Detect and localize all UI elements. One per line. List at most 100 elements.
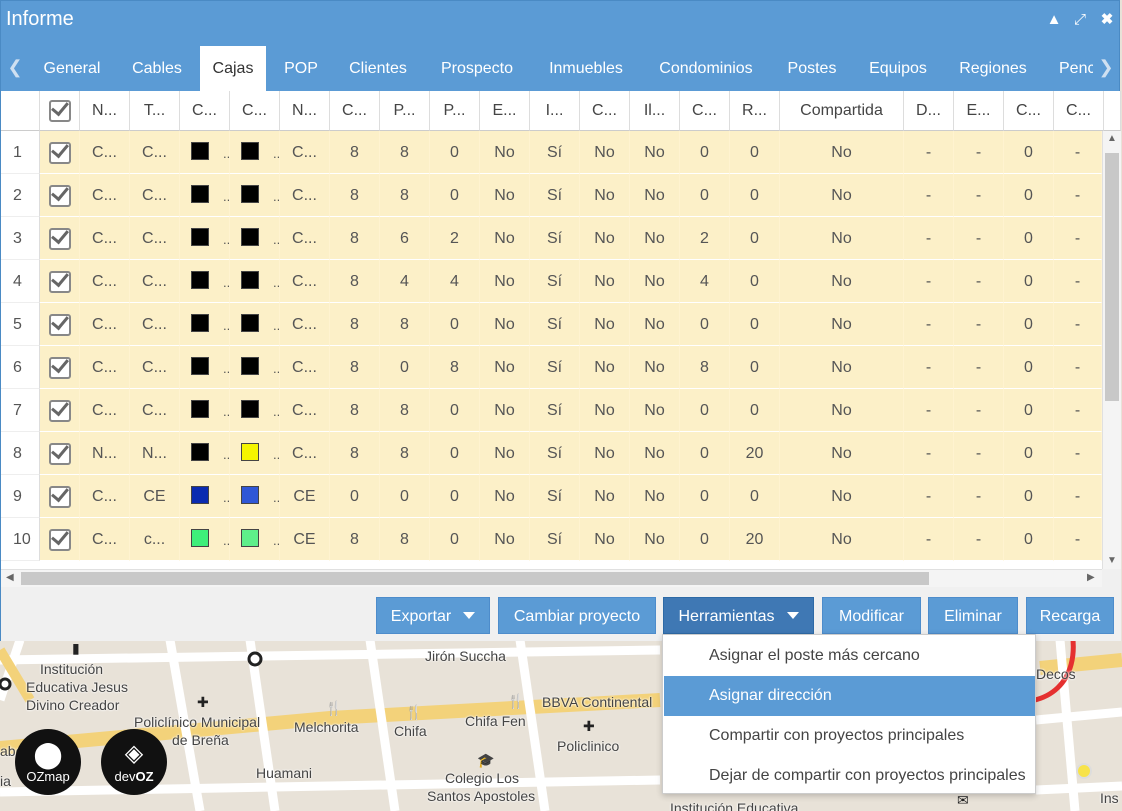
table-cell[interactable]: C...	[280, 432, 330, 475]
table-cell[interactable]: 0	[680, 518, 730, 561]
table-cell[interactable]: -	[904, 131, 954, 174]
table-cell[interactable]: -	[954, 518, 1004, 561]
table-row[interactable]: 4 C... C....... C... 8 4 4 No Sí No No 4 0 No - -0-	[1, 260, 1102, 303]
table-cell[interactable]: 0	[430, 131, 480, 174]
table-cell[interactable]: C...	[130, 260, 180, 303]
row-checkbox[interactable]	[48, 313, 71, 336]
table-cell[interactable]: C...	[280, 217, 330, 260]
header-select-all[interactable]	[40, 91, 80, 131]
color-cell[interactable]: ..	[230, 389, 280, 432]
table-cell[interactable]: 20	[730, 518, 780, 561]
table-cell[interactable]: No	[480, 475, 530, 518]
table-cell[interactable]: No	[580, 475, 630, 518]
table-cell[interactable]: 0	[680, 131, 730, 174]
tools-button[interactable]: Herramientas	[663, 597, 814, 634]
table-cell[interactable]: 0	[1004, 389, 1054, 432]
table-cell[interactable]: No	[480, 518, 530, 561]
row-checkbox[interactable]	[48, 141, 71, 164]
row-select-cell[interactable]	[40, 432, 80, 475]
table-cell[interactable]: C...	[130, 174, 180, 217]
table-cell[interactable]: C...	[80, 303, 130, 346]
table-cell[interactable]: 0	[1004, 217, 1054, 260]
row-select-cell[interactable]	[40, 303, 80, 346]
row-checkbox[interactable]	[48, 270, 71, 293]
color-cell[interactable]: ..	[180, 389, 230, 432]
table-cell[interactable]: 2	[680, 217, 730, 260]
table-cell[interactable]: -	[1054, 131, 1102, 174]
column-header[interactable]: E...	[480, 91, 530, 131]
table-cell[interactable]: Sí	[530, 518, 580, 561]
table-cell[interactable]: No	[780, 303, 904, 346]
maximize-icon[interactable]: ⤢	[1071, 11, 1089, 29]
table-cell[interactable]: C...	[80, 217, 130, 260]
scroll-left-icon[interactable]: ◀	[6, 572, 14, 583]
table-cell[interactable]: 8	[380, 174, 430, 217]
column-header[interactable]: C...	[330, 91, 380, 131]
table-cell[interactable]: 8	[330, 260, 380, 303]
table-cell[interactable]: 0	[1004, 260, 1054, 303]
column-header[interactable]: C...	[230, 91, 280, 131]
table-cell[interactable]: c...	[130, 518, 180, 561]
table-cell[interactable]: No	[630, 389, 680, 432]
table-cell[interactable]: 0	[680, 475, 730, 518]
table-cell[interactable]: 0	[730, 303, 780, 346]
table-cell[interactable]: Sí	[530, 260, 580, 303]
table-cell[interactable]: -	[904, 303, 954, 346]
vertical-scrollbar[interactable]: ▲ ▼	[1102, 131, 1121, 569]
table-cell[interactable]: No	[580, 389, 630, 432]
minimize-icon[interactable]: ▲	[1045, 11, 1063, 29]
tab-equipos[interactable]: Equipos	[859, 46, 937, 91]
table-cell[interactable]: 8	[330, 217, 380, 260]
table-cell[interactable]: 8	[680, 346, 730, 389]
table-cell[interactable]: No	[780, 389, 904, 432]
table-cell[interactable]: 0	[1004, 174, 1054, 217]
table-cell[interactable]: 4	[680, 260, 730, 303]
color-cell[interactable]: ..	[180, 174, 230, 217]
table-cell[interactable]: -	[954, 346, 1004, 389]
table-cell[interactable]: No	[480, 217, 530, 260]
table-cell[interactable]: C...	[130, 346, 180, 389]
color-cell[interactable]: ..	[180, 131, 230, 174]
row-select-cell[interactable]	[40, 131, 80, 174]
table-cell[interactable]: 0	[680, 432, 730, 475]
table-cell[interactable]: No	[630, 432, 680, 475]
table-cell[interactable]: 0	[680, 174, 730, 217]
ozmap-logo[interactable]: ⬤ OZmap	[15, 729, 81, 795]
horizontal-scrollbar[interactable]: ◀ ▶	[1, 569, 1102, 587]
row-select-cell[interactable]	[40, 174, 80, 217]
table-cell[interactable]: 0	[380, 475, 430, 518]
color-cell[interactable]: ..	[230, 217, 280, 260]
menu-item-assign-nearest-pole[interactable]: Asignar el poste más cercano	[664, 636, 1035, 676]
table-row[interactable]: 3 C... C....... C... 8 6 2 No Sí No No 2 0 No - -0-	[1, 217, 1102, 260]
table-cell[interactable]: C...	[80, 389, 130, 432]
table-cell[interactable]: No	[580, 303, 630, 346]
color-cell[interactable]: ..	[230, 475, 280, 518]
table-cell[interactable]: 8	[330, 432, 380, 475]
table-cell[interactable]: N...	[80, 432, 130, 475]
row-select-cell[interactable]	[40, 475, 80, 518]
table-cell[interactable]: 8	[330, 303, 380, 346]
table-cell[interactable]: Sí	[530, 346, 580, 389]
table-cell[interactable]: No	[480, 303, 530, 346]
select-all-checkbox[interactable]	[48, 99, 71, 122]
horizontal-scroll-thumb[interactable]	[21, 572, 929, 585]
table-cell[interactable]: -	[1054, 475, 1102, 518]
table-cell[interactable]: -	[1054, 389, 1102, 432]
table-cell[interactable]: -	[904, 260, 954, 303]
table-cell[interactable]: No	[780, 131, 904, 174]
reload-button[interactable]: Recarga	[1026, 597, 1114, 634]
table-cell[interactable]: No	[630, 260, 680, 303]
tab-condominios[interactable]: Condominios	[647, 46, 765, 91]
table-cell[interactable]: No	[780, 217, 904, 260]
table-cell[interactable]: 0	[430, 475, 480, 518]
table-cell[interactable]: No	[630, 475, 680, 518]
table-cell[interactable]: 0	[430, 432, 480, 475]
color-cell[interactable]: ..	[180, 260, 230, 303]
row-select-cell[interactable]	[40, 217, 80, 260]
table-cell[interactable]: -	[954, 131, 1004, 174]
scroll-up-icon[interactable]: ▲	[1107, 133, 1117, 144]
table-cell[interactable]: No	[580, 131, 630, 174]
table-cell[interactable]: 8	[330, 389, 380, 432]
table-cell[interactable]: -	[954, 303, 1004, 346]
table-row[interactable]: 2 C... C....... C... 8 8 0 No Sí No No 0 0 No - -0-	[1, 174, 1102, 217]
